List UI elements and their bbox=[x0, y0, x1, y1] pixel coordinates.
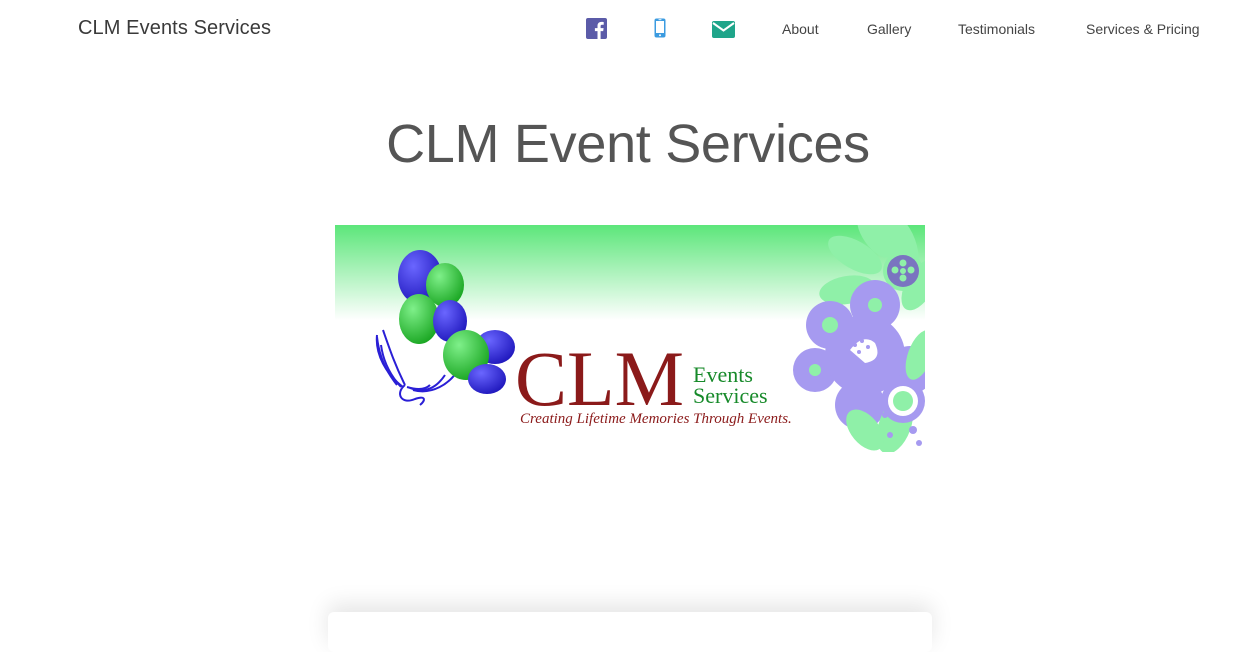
logo-clm-text: CLM bbox=[515, 335, 684, 422]
nav-link-gallery[interactable]: Gallery bbox=[867, 21, 911, 37]
page-title: CLM Event Services bbox=[386, 114, 870, 174]
brand-link[interactable]: CLM Events Services bbox=[78, 17, 271, 40]
mobile-phone-icon[interactable] bbox=[654, 18, 666, 43]
nav-link-services-pricing[interactable]: Services & Pricing bbox=[1086, 21, 1200, 37]
content-card bbox=[328, 612, 932, 652]
top-navbar: CLM Events Services About Gallery Testim… bbox=[0, 0, 1256, 60]
banner-image: CLM Events Services Creating Lifetime Me… bbox=[335, 225, 925, 452]
logo-tagline-text: Creating Lifetime Memories Through Event… bbox=[520, 411, 792, 427]
facebook-icon[interactable] bbox=[586, 18, 607, 44]
nav-link-testimonials[interactable]: Testimonials bbox=[958, 21, 1035, 37]
logo-services-text: Services bbox=[693, 383, 768, 408]
envelope-icon[interactable] bbox=[712, 21, 735, 43]
nav-link-about[interactable]: About bbox=[782, 21, 819, 37]
